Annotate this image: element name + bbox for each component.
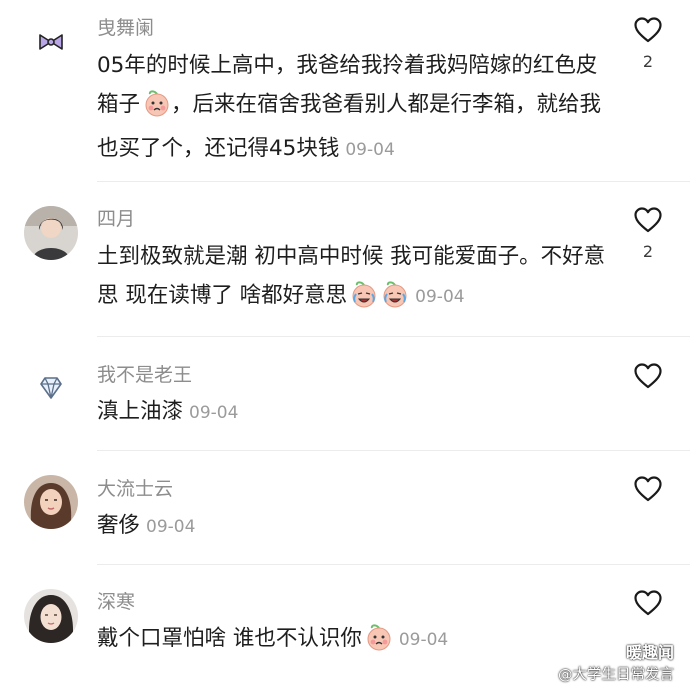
heart-icon [634, 17, 662, 43]
ribbon-bow-icon [24, 15, 78, 69]
comment-text: 奢侈 09-04 [97, 507, 607, 547]
avatar[interactable] [24, 15, 78, 69]
comment-text: 土到极致就是潮 初中高中时候 我可能爱面子。不好意思 现在读博了 啥都好意思 09… [97, 238, 607, 321]
comment-text: 戴个口罩怕啥 谁也不认识你 09-04 [97, 620, 607, 665]
username[interactable]: 大流士云 [97, 477, 173, 501]
heart-icon [634, 363, 662, 389]
watermark: 暖趣闻 @大学生日常发言 [558, 642, 674, 686]
username[interactable]: 四月 [97, 207, 135, 231]
woman-selfie-avatar [24, 589, 78, 643]
comment-date: 09-04 [189, 403, 239, 423]
like-count: 2 [642, 242, 654, 261]
avatar[interactable] [24, 589, 78, 643]
like-count: 2 [642, 52, 654, 71]
peach-emoji-icon [143, 89, 171, 131]
avatar[interactable] [24, 206, 78, 260]
like-button[interactable] [633, 476, 663, 502]
divider [97, 564, 690, 565]
username[interactable]: 深寒 [97, 590, 135, 614]
comment-text-part: 戴个口罩怕啥 谁也不认识你 [97, 626, 362, 651]
comment-text: 滇上油漆 09-04 [97, 393, 607, 433]
comment-text-part: 滇上油漆 [97, 399, 184, 424]
peach-emoji-icon [365, 623, 393, 665]
girl-photo-avatar [24, 206, 78, 260]
username[interactable]: 曳舞阑 [97, 16, 154, 40]
like-button[interactable] [633, 363, 663, 389]
divider [97, 181, 690, 182]
avatar[interactable] [24, 475, 78, 529]
comment-date: 09-04 [398, 630, 449, 650]
watermark-handle: @大学生日常发言 [558, 667, 674, 683]
heart-icon [634, 207, 662, 233]
comment-text: 05年的时候上高中，我爸给我拎着我妈陪嫁的红色皮箱子 ，后来在宿舍我爸看别人都是行… [97, 47, 607, 170]
like-button[interactable]: 2 [633, 207, 663, 261]
woman-portrait-avatar [24, 475, 78, 529]
comment-date: 09-04 [415, 286, 465, 307]
crying-laugh-peach-emoji-icon [381, 280, 409, 322]
heart-icon [634, 590, 662, 616]
comment-text-part: 奢侈 [97, 513, 141, 538]
avatar[interactable] [24, 362, 78, 416]
crying-laugh-peach-emoji-icon [350, 280, 378, 322]
username[interactable]: 我不是老王 [97, 363, 192, 387]
like-button[interactable]: 2 [633, 17, 663, 71]
divider [97, 450, 690, 451]
comment-date: 09-04 [146, 517, 196, 537]
watermark-title: 暖趣闻 [625, 643, 674, 662]
heart-icon [634, 476, 662, 502]
diamond-icon [24, 362, 78, 416]
like-button[interactable] [633, 590, 663, 616]
comment-date: 09-04 [345, 140, 395, 160]
divider [97, 336, 690, 337]
